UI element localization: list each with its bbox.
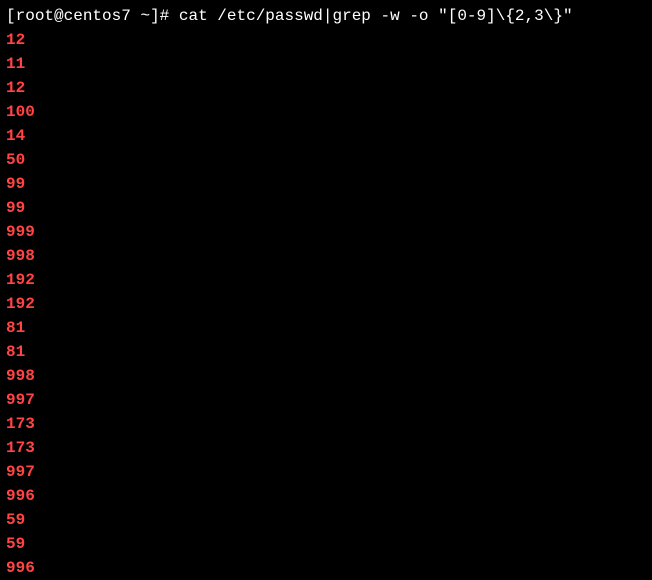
- output-line: 12: [6, 28, 646, 52]
- output-line: 998: [6, 244, 646, 268]
- output-line: 996: [6, 484, 646, 508]
- output-line: 100: [6, 100, 646, 124]
- prompt-host: centos7: [64, 7, 131, 25]
- output-line: 50: [6, 148, 646, 172]
- prompt-symbol: #: [160, 7, 179, 25]
- prompt-at: @: [54, 7, 64, 25]
- prompt-space: [131, 7, 141, 25]
- output-line: 999: [6, 220, 646, 244]
- output-line: 173: [6, 436, 646, 460]
- output-line: 81: [6, 316, 646, 340]
- output-line: 192: [6, 268, 646, 292]
- output-line: 59: [6, 508, 646, 532]
- output-line: 173: [6, 412, 646, 436]
- output-line: 99: [6, 172, 646, 196]
- output-line: 998: [6, 364, 646, 388]
- output-line: 59: [6, 532, 646, 556]
- output-line: 192: [6, 292, 646, 316]
- output-line: 12: [6, 76, 646, 100]
- output-line: 11: [6, 52, 646, 76]
- command-prompt-line: [root@centos7 ~]# cat /etc/passwd|grep -…: [6, 4, 646, 28]
- output-line: 997: [6, 388, 646, 412]
- output-line: 997: [6, 460, 646, 484]
- prompt-open-bracket: [: [6, 7, 16, 25]
- output-line: 99: [6, 196, 646, 220]
- output-line: 81: [6, 340, 646, 364]
- output-line: 996: [6, 556, 646, 580]
- prompt-close-bracket: ]: [150, 7, 160, 25]
- command-text[interactable]: cat /etc/passwd|grep -w -o "[0-9]\{2,3\}…: [179, 7, 573, 25]
- output-line: 14: [6, 124, 646, 148]
- prompt-path: ~: [140, 7, 150, 25]
- prompt-user: root: [16, 7, 54, 25]
